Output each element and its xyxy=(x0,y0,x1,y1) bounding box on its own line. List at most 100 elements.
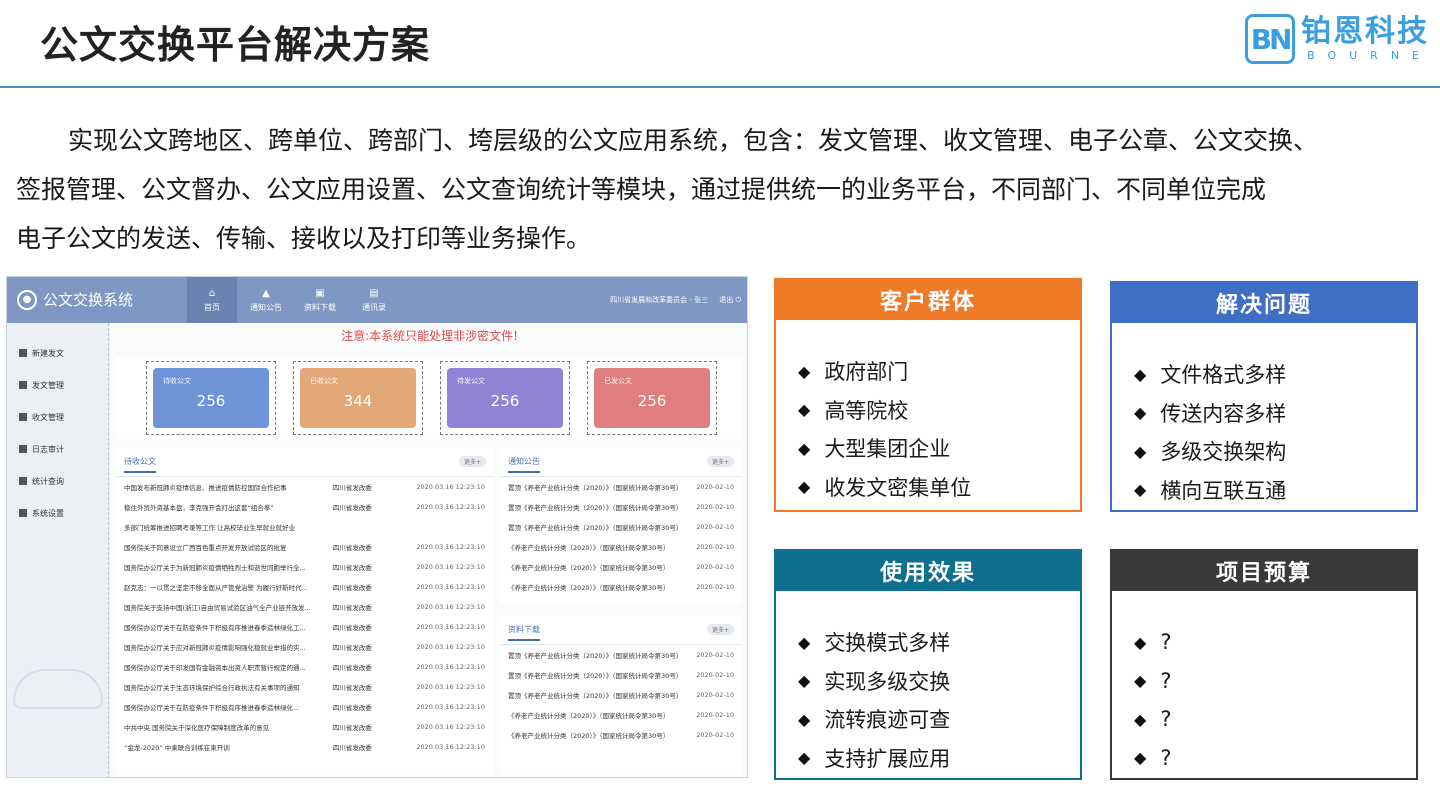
mock-list-item[interactable]: 置顶《养老产业统计分类（2020）》（国家统计局令第30号） 2020-02-10 xyxy=(500,497,742,517)
mock-sidebar-item[interactable]: 日志审计 xyxy=(7,433,108,465)
mock-row-date: 2020-02-10 xyxy=(696,543,734,551)
bell-icon: ▲ xyxy=(262,287,270,299)
mock-row-time: 2020.03.16 12:23:10 xyxy=(416,543,485,551)
mock-row-date: 2020-02-10 xyxy=(696,483,734,491)
mock-row-dept: 四川省发改委 xyxy=(332,684,372,692)
diamond-bullet-icon: ◆ xyxy=(798,361,811,381)
mock-nav-home[interactable]: ⌂ 首页 xyxy=(187,277,237,323)
mock-list-item[interactable]: 置顶《养老产业统计分类（2020）》（国家统计局令第30号） 2020-02-10 xyxy=(500,685,742,705)
mock-row-dept: 四川省发改委 xyxy=(332,504,372,512)
mock-sidebar-item[interactable]: 新建发文 xyxy=(7,337,108,369)
mock-table-row[interactable]: 国务院关于支持中国(浙江)自由贸易试验区油气全产业链开放发... 四川省发改委 20… xyxy=(116,597,494,617)
mock-sidebar-item[interactable]: 发文管理 xyxy=(7,369,108,401)
mock-row-left: 置顶《养老产业统计分类（2020）》（国家统计局令第30号） xyxy=(508,670,682,680)
mock-table-row[interactable]: 赵克志：一以贯之坚定不移全面从严管党治警 为履行好新时代... 四川省发改委 202… xyxy=(116,577,494,597)
mock-stat-card: 已收公文 344 xyxy=(300,368,416,428)
mock-card-frame[interactable]: 待收公文 256 xyxy=(146,361,276,435)
mock-list-item[interactable]: 《养老产业统计分类（2020）》（国家统计局令第30号） 2020-02-10 xyxy=(500,537,742,557)
mock-list-item[interactable]: 置顶《养老产业统计分类（2020）》（国家统计局令第30号） 2020-02-10 xyxy=(500,645,742,665)
box-list-item: ◆ 高等院校 xyxy=(798,391,1080,430)
mock-logout[interactable]: 退出 xyxy=(719,296,733,304)
mock-row-dept: 四川省发改委 xyxy=(332,644,372,652)
mock-card-frame[interactable]: 已收公文 344 xyxy=(293,361,423,435)
box-list-item: ◆ 文件格式多样 xyxy=(1134,355,1416,394)
mock-row-time: 2020.03.16 12:23:10 xyxy=(416,683,485,691)
diamond-bullet-icon: ◆ xyxy=(1134,632,1147,652)
mock-card-label: 待收公文 xyxy=(163,377,191,385)
mock-row-title: 赵克志：一以贯之坚定不移全面从严管党治警 为履行好新时代... xyxy=(124,584,308,592)
mock-row-time: 2020.03.16 12:23:10 xyxy=(416,643,485,651)
box-item-text: 横向互联互通 xyxy=(1160,478,1287,503)
mock-row-left: 置顶《养老产业统计分类（2020）》（国家统计局令第30号） xyxy=(508,502,682,512)
box-list-item: ◆? xyxy=(1134,739,1416,778)
mock-table-row[interactable]: “金龙-2020” 中柬联合训练在柬开训 四川省发改委 2020.03.16 12:… xyxy=(116,737,494,757)
mock-table-row[interactable]: 多部门统筹推进招聘考录等工作 让高校毕业生早就业就好业 xyxy=(116,517,494,537)
mock-nav-label: 资料下载 xyxy=(304,302,336,312)
mock-nav-contacts[interactable]: ▤ 通讯录 xyxy=(349,277,399,323)
mock-row-title: 国务院办公厅关于为新冠肺炎疫情牺牲烈士和逝世同胞举行全... xyxy=(124,564,306,572)
mock-table-row[interactable]: 中国发布新冠肺炎疫情信息、推进疫情防控国际合作纪事 四川省发改委 2020.03.1… xyxy=(116,477,494,497)
box-item-text: 交换模式多样 xyxy=(824,631,951,656)
slide-title: 公文交换平台解决方案 xyxy=(40,23,431,67)
box-item-text: 流转痕迹可查 xyxy=(824,708,951,733)
lock-icon: ● xyxy=(17,289,37,310)
box-item-text: 政府部门 xyxy=(824,360,909,385)
box-item-text: ? xyxy=(1160,630,1172,655)
mock-row-dept: 四川省发改委 xyxy=(332,584,372,592)
mock-table-row[interactable]: 国务院办公厅关于生态环境保护综合行政执法有关事项的通知 四川省发改委 2020.03… xyxy=(116,677,494,697)
mock-table-row[interactable]: 国务院关于同意设立广西百色重点开发开放试验区的批复 四川省发改委 2020.03.1… xyxy=(116,537,494,557)
box-list-item: ◆? xyxy=(1134,623,1416,662)
mock-table-row[interactable]: 国务院办公厅关于应对新冠肺炎疫情影响强化稳就业举措的实... 四川省发改委 2020… xyxy=(116,637,494,657)
mock-list-item[interactable]: 置顶《养老产业统计分类（2020）》（国家统计局令第30号） 2020-02-10 xyxy=(500,665,742,685)
mock-app-logo: ● 公文交换系统 xyxy=(17,289,133,310)
mock-card-frame[interactable]: 已发公文 256 xyxy=(587,361,717,435)
logo-mark: BN xyxy=(1245,14,1296,64)
mock-table-row[interactable]: 稳住外贸外资基本盘，李克强开会打出这套“组合拳” 四川省发改委 2020.03.16… xyxy=(116,497,494,517)
mock-sidebar-item[interactable]: 系统设置 xyxy=(7,497,108,529)
mock-download-panel: 资料下载 更多+ 置顶《养老产业统计分类（2020）》（国家统计局令第30号） 2… xyxy=(500,615,742,775)
mock-row-left: 《养老产业统计分类（2020）》（国家统计局令第30号） xyxy=(508,710,669,720)
mock-table-row[interactable]: 国务院办公厅关于在防疫条件下积极有序推进春季造林绿化工... 四川省发改委 2020… xyxy=(116,617,494,637)
box-item-text: ? xyxy=(1160,707,1172,732)
mock-list-item[interactable]: 《养老产业统计分类（2020）》（国家统计局令第30号） 2020-02-10 xyxy=(500,725,742,745)
mock-table-row[interactable]: 国务院办公厅关于为新冠肺炎疫情牺牲烈士和逝世同胞举行全... 四川省发改委 2020… xyxy=(116,557,494,577)
mock-sidebar-item[interactable]: 收文管理 xyxy=(7,401,108,433)
mock-nav-notice[interactable]: ▲ 通知公告 xyxy=(241,277,291,323)
mock-stat-card: 已发公文 256 xyxy=(594,368,710,428)
diamond-bullet-icon: ◆ xyxy=(798,748,811,768)
mock-table-row[interactable]: 中共中央 国务院关于深化医疗保障制度改革的意见 四川省发改委 2020.03.16 … xyxy=(116,717,494,737)
mock-row-time: 2020.03.16 12:23:10 xyxy=(416,583,485,591)
mock-list-item[interactable]: 《养老产业统计分类（2020）》（国家统计局令第30号） 2020-02-10 xyxy=(500,705,742,725)
box-list-item: ◆ 流转痕迹可查 xyxy=(798,700,1080,739)
mock-row-left: 置顶《养老产业统计分类（2020）》（国家统计局令第30号） xyxy=(508,482,682,492)
mock-more-button[interactable]: 更多+ xyxy=(706,624,734,635)
mock-more-button[interactable]: 更多+ xyxy=(458,456,486,467)
box-list-item: ◆ 政府部门 xyxy=(798,352,1080,391)
mock-table-row[interactable]: 国务院办公厅关于印发国有金融资本出资人职责暂行规定的通... 四川省发改委 2020… xyxy=(116,657,494,677)
mock-row-left: 《养老产业统计分类（2020）》（国家统计局令第30号） xyxy=(508,542,669,552)
mock-row-time: 2020.03.16 12:23:10 xyxy=(416,483,485,491)
mock-list-item[interactable]: 置顶《养老产业统计分类（2020）》（国家统计局令第30号） 2020-02-10 xyxy=(500,477,742,497)
diamond-bullet-icon: ◆ xyxy=(1134,709,1147,729)
intro-line: 实现公文跨地区、跨单位、跨部门、垮层级的公文应用系统，包含：发文管理、收文管理、… xyxy=(68,126,1319,155)
mock-list-item[interactable]: 置顶《养老产业统计分类（2020）》（国家统计局令第30号） 2020-02-10 xyxy=(500,517,742,537)
mock-table-row[interactable]: 国务院办公厅关于在防疫条件下积极有序推进春季造林绿化... 四川省发改委 2020.… xyxy=(116,697,494,717)
mock-row-title: 中共中央 国务院关于深化医疗保障制度改革的意见 xyxy=(124,724,270,732)
box-item-text: 高等院校 xyxy=(824,398,909,423)
mock-row-dept: 四川省发改委 xyxy=(332,484,372,492)
box-list: ◆ 政府部门 ◆ 高等院校 ◆ 大型集团企业 ◆ 收发文密集单位 xyxy=(776,320,1080,506)
company-logo: BN 铂恩科技 BOURNE xyxy=(1245,14,1432,64)
diamond-bullet-icon: ◆ xyxy=(798,400,811,420)
mock-row-left: 置顶《养老产业统计分类（2020）》（国家统计局令第30号） xyxy=(508,522,682,532)
diamond-bullet-icon: ◆ xyxy=(798,709,811,729)
mock-list-item[interactable]: 《养老产业统计分类（2020）》（国家统计局令第30号） 2020-02-10 xyxy=(500,557,742,577)
mock-nav-download[interactable]: ▣ 资料下载 xyxy=(295,277,345,323)
mock-sidebar-item[interactable]: 统计查询 xyxy=(7,465,108,497)
mock-list-item[interactable]: 《养老产业统计分类（2020）》（国家统计局令第30号） 2020-02-10 xyxy=(500,577,742,597)
mock-more-button[interactable]: 更多+ xyxy=(706,456,734,467)
box-item-text: 大型集团企业 xyxy=(824,437,951,462)
mock-card-frame[interactable]: 待发公文 256 xyxy=(440,361,570,435)
mock-panel-title: 待收公文 xyxy=(124,456,156,473)
mock-row-title: 《养老产业统计分类（2020）》（国家统计局令第30号） xyxy=(508,564,670,572)
mock-row-date: 2020-02-10 xyxy=(696,583,734,591)
